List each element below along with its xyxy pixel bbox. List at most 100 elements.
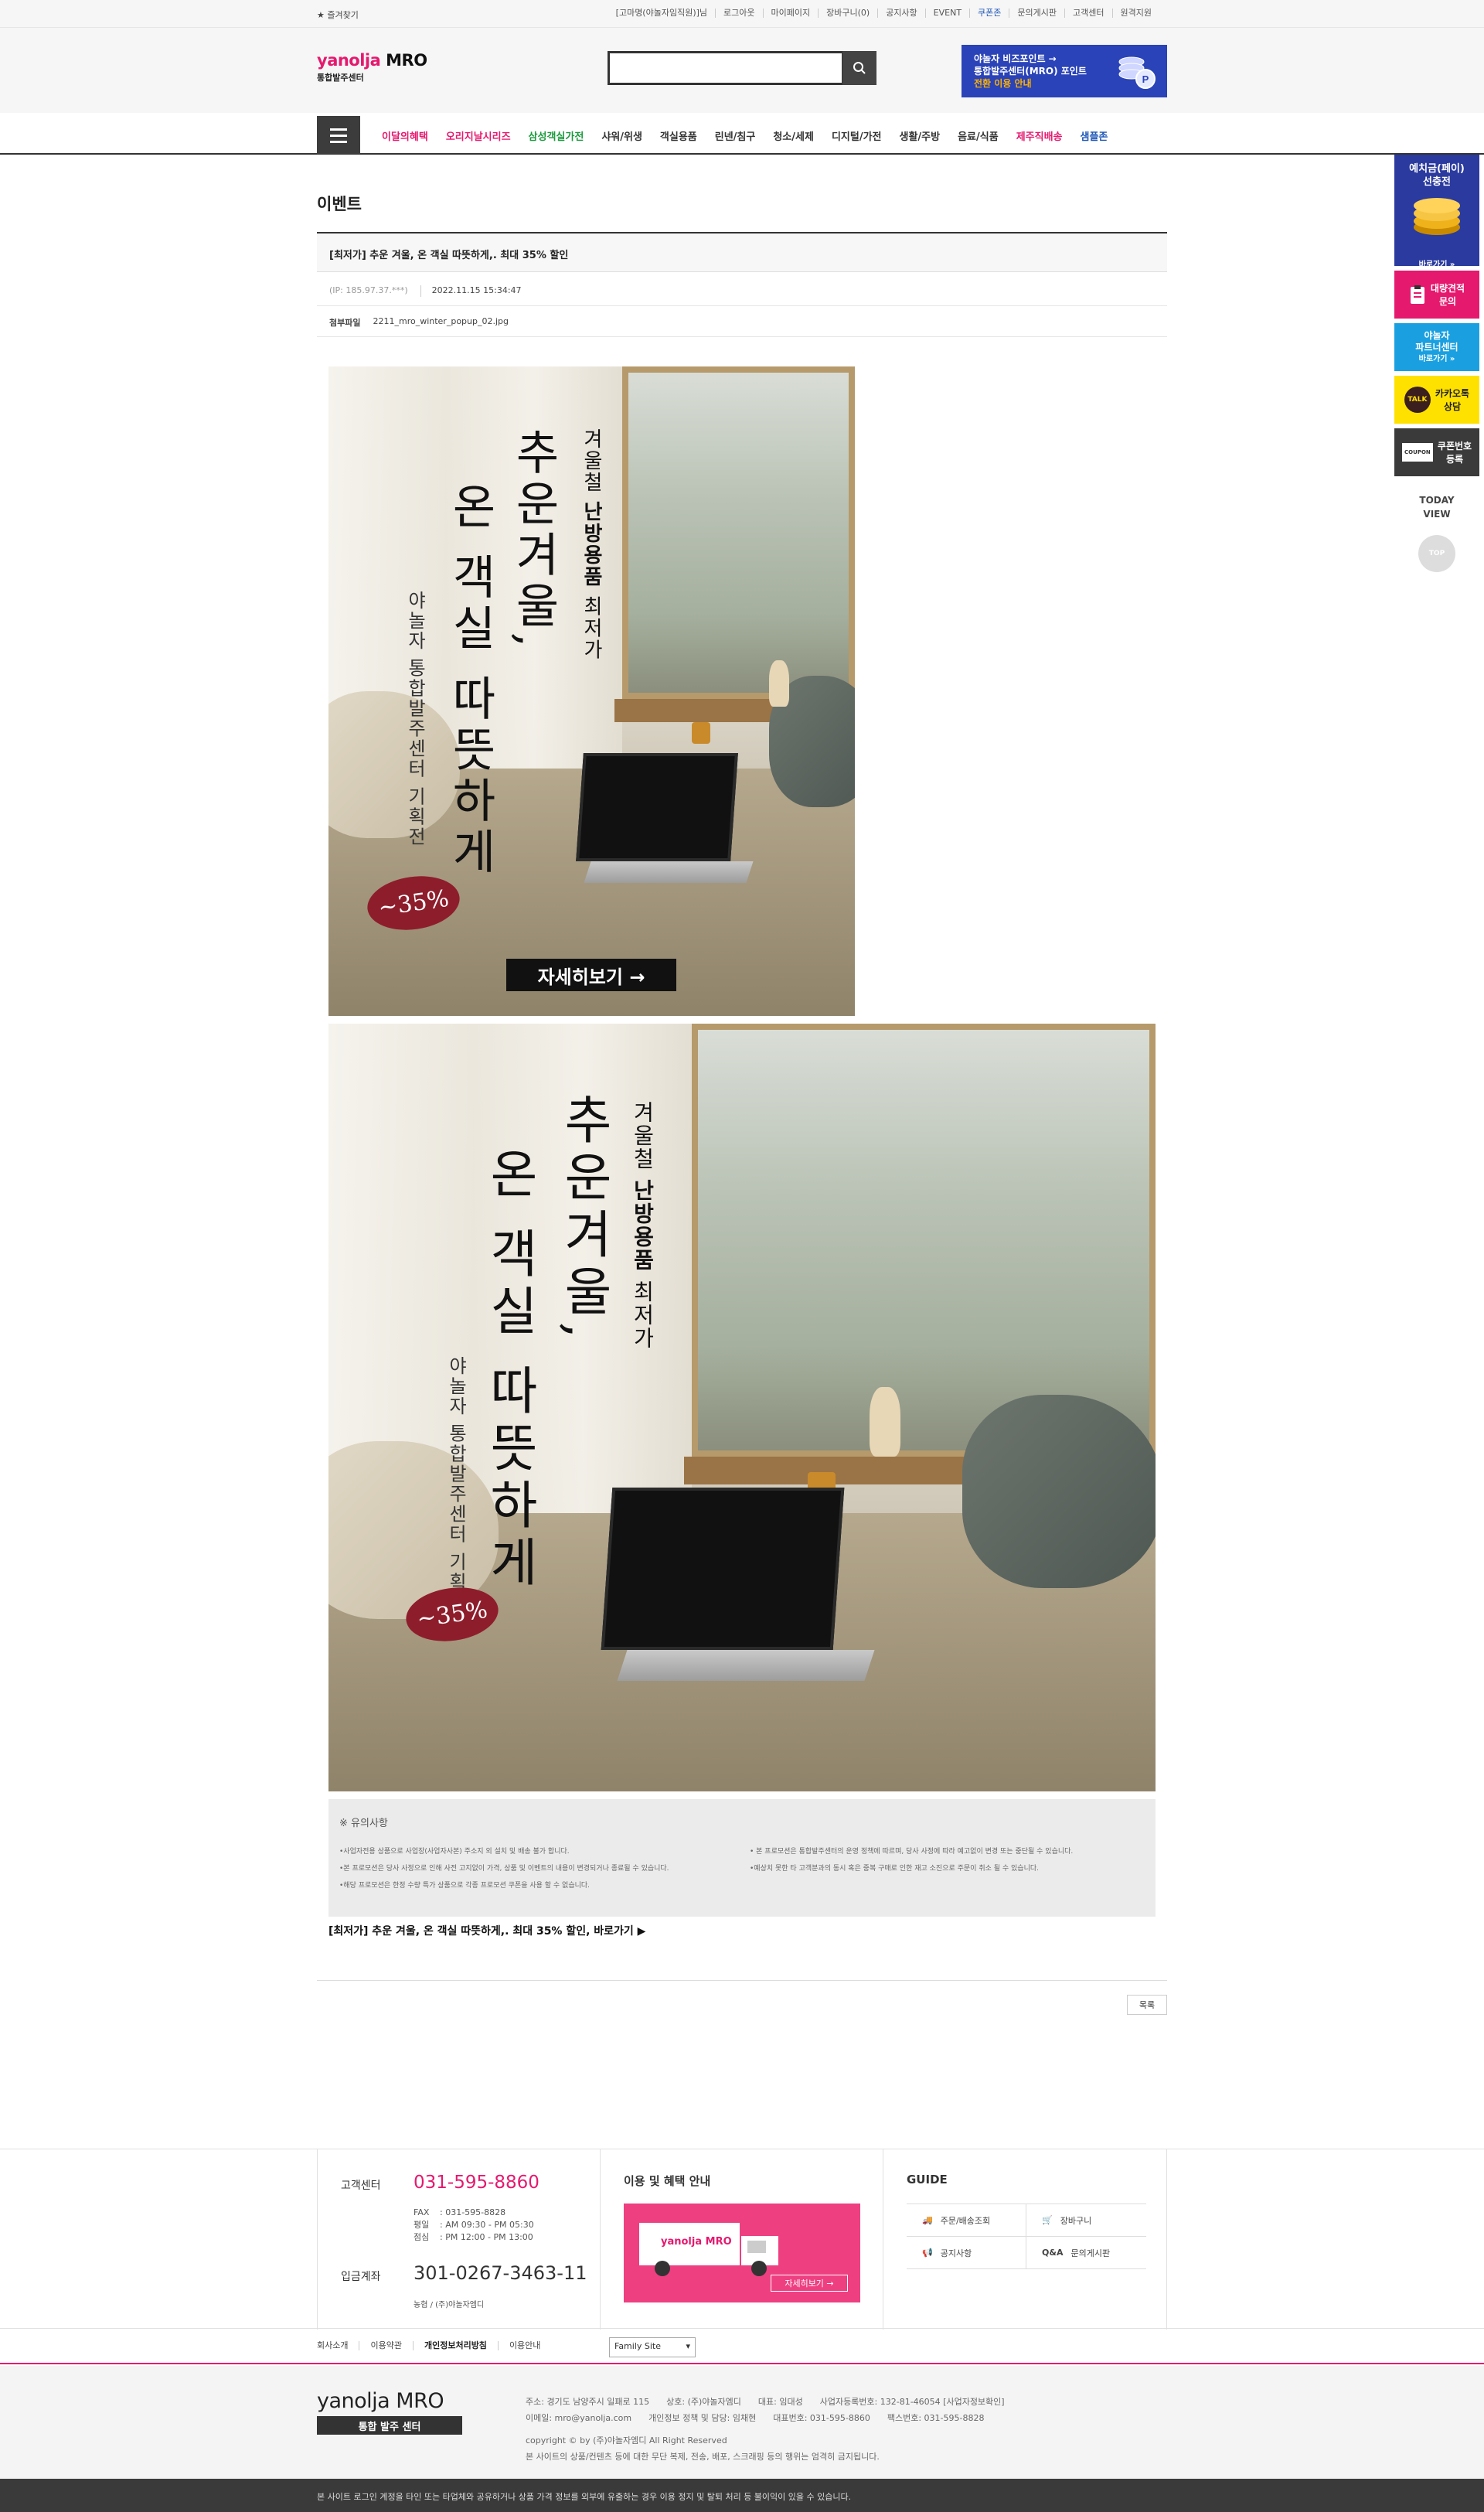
laptop-screen (576, 753, 738, 861)
menu-icon[interactable] (317, 116, 360, 155)
coupon-register-button[interactable]: COUPON 쿠폰번호등록 (1394, 428, 1479, 476)
addr-biz-number: 사업자등록번호: 132-81-46054 [사업자정보확인] (819, 2397, 1005, 2407)
event-banner-image-large: 겨울철 난방용품 최저가 추운겨울, 온 객실 따뜻하게 야놀자 통합발주센터 … (328, 1024, 1156, 1791)
mypage-link[interactable]: 마이페이지 (762, 9, 819, 18)
nav-item-linen-bedding[interactable]: 린넨/침구 (715, 128, 756, 143)
guide-cart[interactable]: 🛒 장바구니 (1026, 2204, 1146, 2237)
today-view-line-2: VIEW (1423, 509, 1451, 520)
inquiry-board-link[interactable]: 문의게시판 (1009, 9, 1064, 18)
guide-inquiry[interactable]: Q&A 문의게시판 (1026, 2237, 1146, 2269)
search-icon (853, 62, 866, 74)
search-input[interactable] (610, 53, 803, 83)
copyright-notice: 본 사이트의 상품/컨텐츠 등에 대한 무단 복제, 전송, 배포, 스크래핑 … (526, 2452, 880, 2462)
coupon-zone-link[interactable]: 쿠폰존 (969, 9, 1009, 18)
remote-support-link[interactable]: 원격지원 (1111, 9, 1159, 18)
kakaotalk-consult-button[interactable]: TALK 카카오톡 상담 (1394, 376, 1479, 424)
truck-detail-button[interactable]: 자세히보기 → (771, 2275, 848, 2292)
cs-phone: 031-595-8860 (414, 2173, 539, 2193)
delivery-truck-banner[interactable]: yanolja MRO 자세히보기 → (624, 2204, 860, 2302)
content-divider (317, 1980, 1167, 1981)
nav-item-digital[interactable]: 디지털/가전 (832, 128, 882, 143)
post-date: 2022.11.15 15:34:47 (420, 285, 522, 297)
nav-item-original-series[interactable]: 오리지날시리즈 (446, 128, 511, 143)
cs-hours: FAX: 031-595-8828 평일: AM 09:30 - PM 05:3… (414, 2207, 534, 2244)
notice-link[interactable]: 공지사항 (877, 9, 924, 18)
nav-item-shower-hygiene[interactable]: 샤워/위생 (601, 128, 642, 143)
coupon-line-2: 등록 (1445, 454, 1464, 465)
customer-center-link[interactable]: 고객센터 (1064, 9, 1111, 18)
banner-headline-2: 온 객실 따뜻하게 (443, 482, 497, 879)
pillow-right-large (962, 1395, 1156, 1588)
user-greeting: [고마명(야놀자임직원)]님 (615, 8, 708, 18)
page-title: 이벤트 (317, 195, 362, 213)
partner-center-button[interactable]: 야놀자 파트너센터 바로가기 » (1394, 323, 1479, 371)
favorite-link[interactable]: ★ 즐겨찾기 (317, 9, 359, 21)
nav-item-kitchen[interactable]: 생활/주방 (900, 128, 941, 143)
quick-menu: 예치금(페이) 선충전 바로가기 » 대량견적 문의 야놀자 파트너센터 바로가기… (1394, 155, 1479, 572)
footer-link-terms[interactable]: 이용약관 (359, 2341, 412, 2350)
partner-line-1: 야놀자 (1424, 329, 1450, 341)
coin-stack-icon: P (1118, 56, 1156, 89)
footer-link-guide[interactable]: 이용안내 (497, 2341, 551, 2350)
nav-item-cleaning[interactable]: 청소/세제 (773, 128, 814, 143)
weekday-label: 평일 (414, 2220, 430, 2230)
event-banner-image[interactable]: 겨울철 난방용품 최저가 추운겨울, 온 객실 따뜻하게 야놀자 통합발주센터 … (328, 366, 855, 1016)
post-attachment: 첨부파일 2211_mro_winter_popup_02.jpg (317, 306, 1167, 337)
point-conversion-banner[interactable]: 야놀자 비즈포인트 → 통합발주센터(MRO) 포인트 전환 이용 안내 P (962, 45, 1167, 97)
qa-icon: Q&A (1042, 2248, 1064, 2258)
footer-link-about[interactable]: 회사소개 (317, 2341, 359, 2350)
deposit-precharge-button[interactable]: 예치금(페이) 선충전 바로가기 » (1394, 155, 1479, 269)
deposit-more-link: 바로가기 » (1418, 261, 1455, 269)
bulk-estimate-button[interactable]: 대량견적 문의 (1394, 271, 1479, 319)
footer-link-privacy[interactable]: 개인정보처리방침 (412, 2341, 498, 2350)
post-ip: (IP: 185.97.37.***) (329, 285, 408, 295)
logo-subtitle: 통합발주센터 (317, 73, 364, 83)
scroll-top-button[interactable]: TOP (1418, 535, 1455, 572)
notice-item: •예상치 못한 타 고객분과의 동시 혹은 중복 구매로 인한 재고 소진으로 … (750, 1865, 1040, 1873)
truck-small-icon: 🚚 (922, 2215, 933, 2225)
estimate-line-1: 대량견적 (1430, 283, 1465, 294)
coupon-icon: COUPON (1401, 443, 1433, 462)
deposit-line-2: 선충전 (1423, 176, 1451, 188)
footer-links: 회사소개 이용약관 개인정보처리방침 이용안내 Family Site ▾ (0, 2329, 1484, 2364)
search-button[interactable] (842, 51, 876, 85)
guide-notice[interactable]: 📢 공지사항 (907, 2237, 1026, 2269)
coupon-line-1: 쿠폰번호 (1437, 441, 1472, 452)
deposit-line-1: 예치금(페이) (1409, 163, 1465, 175)
post-meta: (IP: 185.97.37.***) 2022.11.15 15:34:47 (317, 277, 1167, 306)
logout-link[interactable]: 로그아웃 (715, 9, 762, 18)
kakaotalk-icon: TALK (1404, 387, 1431, 413)
laptop-screen-large (601, 1488, 845, 1650)
guide-title: GUIDE (907, 2173, 948, 2186)
nav-item-samsung-appliances[interactable]: 삼성객실가전 (529, 128, 584, 143)
banner-subline-large: 겨울철 난방용품 최저가 (627, 1101, 658, 1350)
megaphone-icon: 📢 (922, 2248, 933, 2258)
lunch-label: 점심 (414, 2232, 430, 2242)
nav-item-room-supplies[interactable]: 객실용품 (660, 128, 697, 143)
laptop-base-large (617, 1650, 875, 1681)
candle (692, 722, 710, 744)
benefit-title: 이용 및 혜택 안내 (624, 2174, 711, 2188)
nav-item-food[interactable]: 음료/식품 (958, 128, 999, 143)
logo-brand-mro: MRO (380, 51, 427, 70)
window (622, 366, 855, 699)
event-link[interactable]: EVENT (924, 9, 969, 18)
detail-view-button[interactable]: 자세히보기 → (506, 959, 676, 991)
guide-label: 주문/배송조회 (940, 2215, 991, 2226)
site-logo[interactable]: yanolja MRO 통합발주센터 (317, 51, 427, 84)
nav-item-jeju-delivery[interactable]: 제주직배송 (1016, 128, 1063, 143)
talk-line-1: 카카오톡 (1435, 388, 1470, 399)
nav-item-sample-zone[interactable]: 샘플존 (1081, 128, 1108, 143)
guide-order-tracking[interactable]: 🚚 주문/배송조회 (907, 2204, 1026, 2237)
cart-link[interactable]: 장바구니(0) (818, 9, 877, 18)
svg-text:P: P (1142, 73, 1149, 85)
addr-ceo: 대표: 임대성 (757, 2397, 803, 2407)
nav-item-monthly-benefit[interactable]: 이달의혜택 (382, 128, 428, 143)
list-button[interactable]: 목록 (1127, 1995, 1167, 2015)
family-site-select[interactable]: Family Site ▾ (609, 2337, 696, 2357)
subline-pre-large: 겨울철 (630, 1101, 655, 1179)
attachment-file-link[interactable]: 2211_mro_winter_popup_02.jpg (373, 316, 509, 326)
footer-logo-tag: 통합 발주 센터 (317, 2416, 462, 2435)
event-shortcut-link[interactable]: [최저가] 추운 겨울, 온 객실 따뜻하게,. 최대 35% 할인, 바로가기… (328, 1923, 645, 1938)
footer-info: 고객센터 031-595-8860 FAX: 031-595-8828 평일: … (0, 2149, 1484, 2330)
